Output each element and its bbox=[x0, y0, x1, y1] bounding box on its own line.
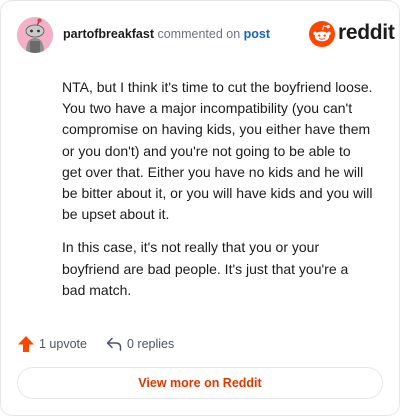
snoo-avatar-icon bbox=[17, 17, 53, 53]
comment-paragraph: NTA, but I think it's time to cut the bo… bbox=[62, 79, 373, 223]
comment-paragraph: In this case, it's not really that you o… bbox=[62, 239, 349, 298]
user-avatar[interactable] bbox=[17, 17, 53, 53]
post-link[interactable]: post bbox=[244, 27, 270, 41]
comment-body: NTA, but I think it's time to cut the bo… bbox=[62, 77, 373, 313]
reply-arrow-icon bbox=[106, 337, 122, 351]
reddit-wordmark: reddit bbox=[338, 21, 395, 44]
comment-verb: commented on bbox=[157, 27, 241, 41]
upvote-count: 1 upvote bbox=[39, 337, 87, 351]
upvote-button[interactable]: 1 upvote bbox=[17, 334, 87, 354]
replies-button[interactable]: 0 replies bbox=[105, 334, 174, 354]
comment-author[interactable]: partofbreakfast bbox=[63, 27, 154, 41]
reddit-brand[interactable]: reddit bbox=[309, 19, 395, 49]
reddit-comment-embed: partofbreakfast commented on post reddit… bbox=[0, 0, 400, 416]
reddit-logo-icon bbox=[309, 21, 335, 47]
replies-count: 0 replies bbox=[127, 337, 175, 351]
upvote-arrow-icon bbox=[18, 336, 34, 352]
comment-footer: 1 upvote 0 replies bbox=[17, 334, 383, 354]
view-more-on-reddit-button[interactable]: View more on Reddit bbox=[17, 367, 383, 399]
comment-byline: partofbreakfast commented on post bbox=[63, 26, 270, 42]
comment-header: partofbreakfast commented on post reddit bbox=[17, 17, 395, 53]
